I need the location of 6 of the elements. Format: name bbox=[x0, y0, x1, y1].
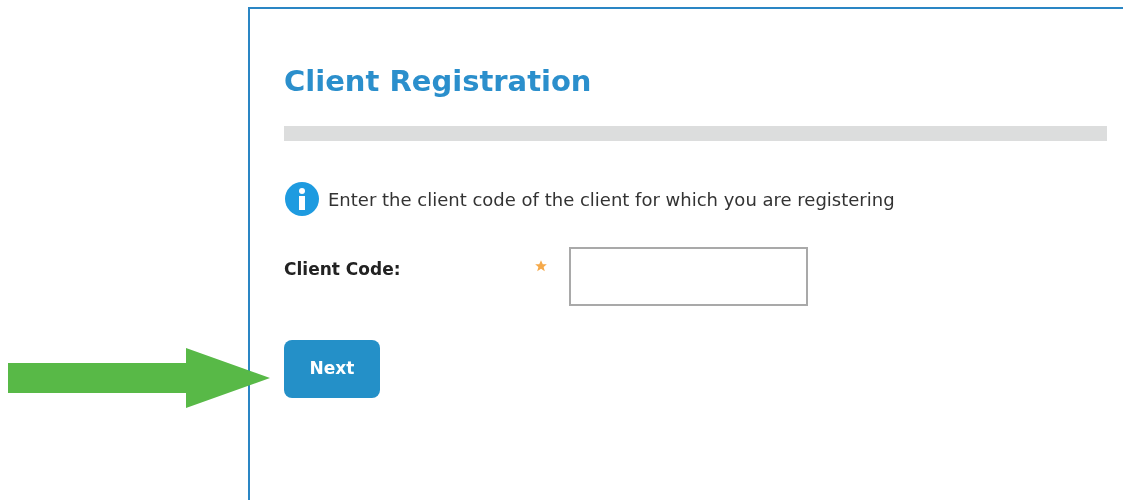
field-label: Client Code: bbox=[284, 258, 402, 281]
next-button[interactable]: Next bbox=[284, 340, 380, 398]
info-text: Enter the client code of the client for which you are registering bbox=[328, 187, 895, 212]
page-title: Client Registration bbox=[284, 67, 593, 96]
info-icon bbox=[284, 181, 320, 217]
client-code-field[interactable] bbox=[569, 247, 808, 306]
